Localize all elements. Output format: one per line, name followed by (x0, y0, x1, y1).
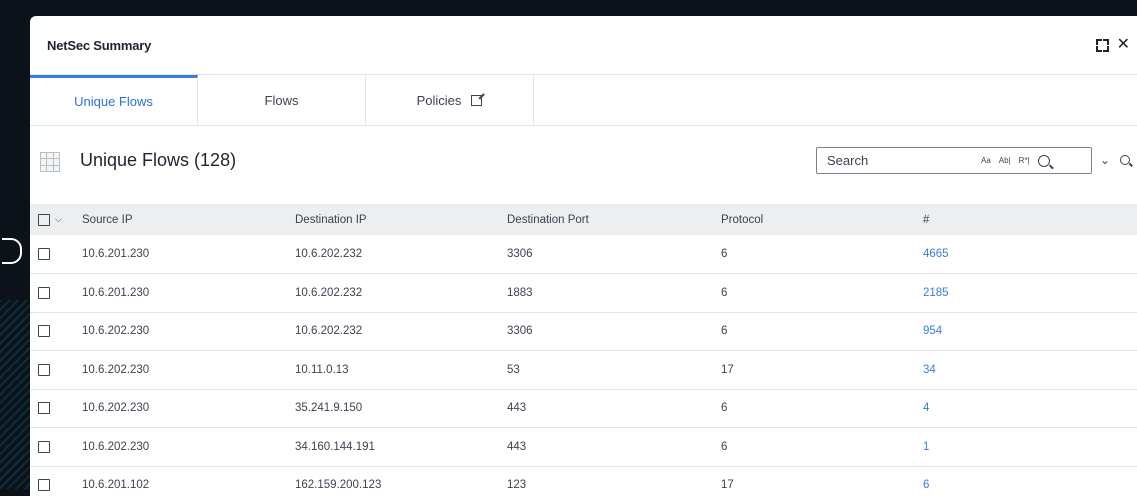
cell-count-link[interactable]: 34 (923, 364, 936, 376)
cell-destination-port: 443 (507, 402, 527, 415)
cell-destination-ip: 10.6.202.232 (295, 248, 363, 260)
cell-source-ip: 10.6.201.230 (82, 286, 150, 299)
panel-header: NetSec Summary ✕ (30, 16, 1137, 75)
expand-icon[interactable] (1095, 38, 1109, 52)
column-header-protocol[interactable]: Protocol (721, 204, 923, 235)
column-header-count[interactable]: # (923, 204, 1137, 235)
table-header-row: ⌵ Source IP Destination IP Destination P… (30, 204, 1137, 235)
row-checkbox[interactable] (38, 440, 50, 453)
zoom-icon[interactable] (1120, 155, 1130, 165)
cell-source-ip: 10.6.202.230 (82, 325, 150, 338)
cell-protocol: 17 (721, 363, 734, 376)
cell-protocol: 6 (721, 325, 728, 338)
row-checkbox[interactable] (38, 247, 50, 260)
select-all-checkbox[interactable] (38, 213, 50, 226)
tab-policies[interactable]: Policies (366, 75, 534, 125)
cell-destination-port: 1883 (507, 286, 533, 299)
cell-count-link[interactable]: 2185 (923, 287, 949, 299)
cell-destination-port: 443 (507, 440, 527, 453)
row-checkbox[interactable] (38, 402, 50, 415)
match-case-toggle[interactable]: Aa (981, 156, 991, 165)
cell-destination-port: 123 (507, 479, 527, 492)
cell-count-link[interactable]: 4 (923, 402, 929, 414)
search-input[interactable] (817, 153, 967, 168)
table-grid-icon (40, 152, 60, 172)
table-toolbar: Unique Flows (128) Aa Ab| R*| ⌄ (30, 126, 1137, 204)
cell-destination-port: 53 (507, 363, 520, 376)
cell-source-ip: 10.6.201.102 (82, 479, 150, 492)
tab-label: Unique Flows (74, 94, 153, 109)
cell-destination-ip: 10.6.202.232 (295, 325, 363, 338)
cell-protocol: 6 (721, 402, 728, 415)
cell-count-link[interactable]: 6 (923, 479, 929, 491)
column-header-destination-ip[interactable]: Destination IP (295, 204, 507, 235)
table-row: 10.6.201.230 10.6.202.232 1883 6 2185 (30, 274, 1137, 312)
panel-title: NetSec Summary (47, 37, 152, 53)
netsec-summary-panel: NetSec Summary ✕ Unique Flows Flows Poli… (30, 16, 1137, 496)
column-header-destination-port[interactable]: Destination Port (507, 204, 721, 235)
cell-protocol: 6 (721, 440, 728, 453)
row-checkbox[interactable] (38, 325, 50, 338)
cell-source-ip: 10.6.202.230 (82, 402, 150, 415)
cell-count-link[interactable]: 4665 (923, 248, 949, 260)
tab-label: Flows (264, 92, 299, 108)
search-icon[interactable] (1037, 154, 1050, 167)
column-header-source-ip[interactable]: Source IP (82, 204, 295, 235)
table-row: 10.6.202.230 35.241.9.150 443 6 4 (30, 389, 1137, 428)
cell-source-ip: 10.6.202.230 (82, 440, 150, 453)
cell-count-link[interactable]: 954 (923, 325, 942, 337)
cell-protocol: 17 (721, 479, 734, 492)
cell-destination-ip: 34.160.144.191 (295, 440, 375, 453)
table-title: Unique Flows (128) (80, 150, 237, 170)
cell-destination-port: 3306 (507, 248, 533, 260)
panel-header-actions: ✕ (1095, 37, 1130, 53)
chevron-down-icon[interactable]: ⌄ (1100, 153, 1110, 167)
table-row: 10.6.202.230 10.11.0.13 53 17 34 (30, 351, 1137, 389)
tab-label: Policies (416, 92, 462, 108)
select-all-header: ⌵ (30, 204, 82, 235)
tab-bar: Unique Flows Flows Policies (30, 75, 1137, 126)
regex-toggle[interactable]: R*| (1019, 156, 1030, 165)
close-icon[interactable]: ✕ (1117, 37, 1130, 53)
cell-source-ip: 10.6.201.230 (82, 248, 150, 260)
chevron-down-icon[interactable]: ⌵ (55, 214, 62, 225)
cell-destination-ip: 10.11.0.13 (295, 363, 349, 376)
table-row: 10.6.201.102 162.159.200.123 123 17 6 (30, 466, 1137, 496)
table-row: 10.6.202.230 10.6.202.232 3306 6 954 (30, 312, 1137, 351)
tab-unique-flows[interactable]: Unique Flows (30, 75, 198, 125)
cell-destination-port: 3306 (507, 325, 533, 338)
cell-count-link[interactable]: 1 (923, 441, 929, 453)
cell-source-ip: 10.6.202.230 (82, 363, 150, 376)
table-row: 10.6.202.230 34.160.144.191 443 6 1 (30, 428, 1137, 466)
search-box: Aa Ab| R*| (816, 147, 1092, 174)
background-glyph (2, 238, 22, 264)
table-row: 10.6.201.230 10.6.202.232 3306 6 4665 (30, 235, 1137, 274)
whole-word-toggle[interactable]: Ab| (999, 156, 1011, 165)
external-link-icon (471, 94, 483, 106)
cell-protocol: 6 (721, 286, 728, 299)
flows-table: ⌵ Source IP Destination IP Destination P… (30, 204, 1137, 496)
row-checkbox[interactable] (38, 479, 50, 492)
row-checkbox[interactable] (38, 286, 50, 299)
cell-destination-ip: 162.159.200.123 (295, 479, 382, 492)
tab-flows[interactable]: Flows (198, 75, 366, 125)
cell-destination-ip: 35.241.9.150 (295, 402, 363, 415)
row-checkbox[interactable] (38, 363, 50, 376)
cell-protocol: 6 (721, 248, 728, 260)
cell-destination-ip: 10.6.202.232 (295, 286, 363, 299)
